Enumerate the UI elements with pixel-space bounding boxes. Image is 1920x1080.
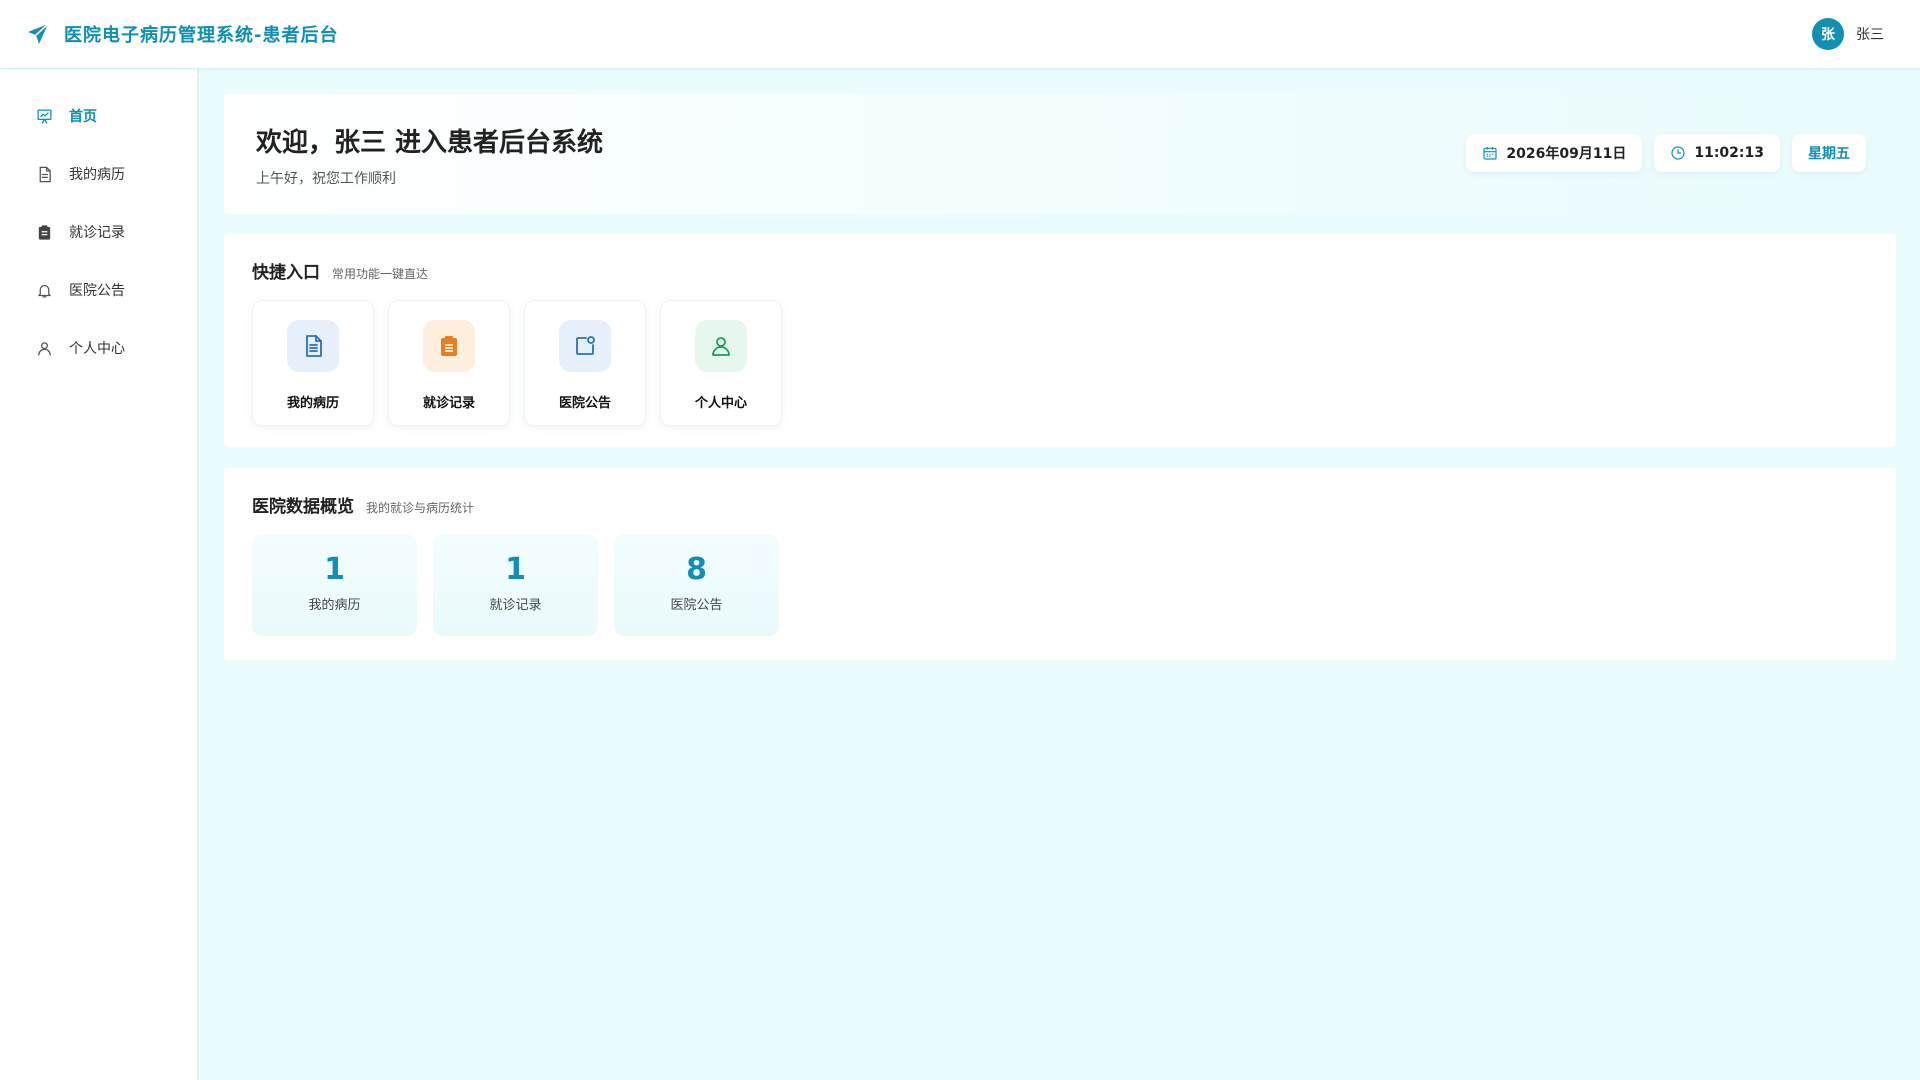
quick-card-label: 就诊记录 <box>422 396 475 411</box>
overview-subtitle: 我的就诊与病历统计 <box>366 501 475 515</box>
date-chip: 2026年09月11日 <box>1466 134 1643 172</box>
top-header: 医院电子病历管理系统-患者后台 张 张三 <box>0 0 1920 69</box>
quick-card-label: 医院公告 <box>558 396 611 411</box>
document-icon <box>39 166 51 182</box>
stat-label: 就诊记录 <box>489 598 542 613</box>
sidebar-item-label: 首页 <box>69 109 97 125</box>
clipboard-icon <box>38 224 51 240</box>
quick-access-subtitle: 常用功能一键直达 <box>332 267 429 281</box>
quick-card-notices[interactable]: 医院公告 <box>524 300 646 426</box>
dashboard-icon <box>37 108 52 124</box>
stat-card-records: 1 我的病历 <box>252 534 417 636</box>
time-chip: 11:02:13 <box>1654 134 1780 172</box>
quick-icon-tile <box>423 320 475 372</box>
stat-card-notices: 8 医院公告 <box>614 534 779 636</box>
stat-label: 我的病历 <box>308 598 361 613</box>
quick-icon-tile <box>695 320 747 372</box>
quick-card-records[interactable]: 我的病历 <box>252 300 374 426</box>
overview-panel: 医院数据概览 我的就诊与病历统计 1 我的病历 1 就诊记录 8 医院公告 <box>224 468 1896 660</box>
document-icon <box>306 335 322 357</box>
quick-access-title: 快捷入口 <box>252 263 320 283</box>
quick-access-header: 快捷入口 常用功能一键直达 <box>252 258 428 283</box>
welcome-subtitle: 上午好，祝您工作顺利 <box>256 171 396 187</box>
bell-icon <box>38 284 51 298</box>
calendar-icon <box>1483 147 1498 160</box>
time-text: 11:02:13 <box>1694 145 1764 161</box>
user-icon <box>712 337 730 356</box>
quick-icon-tile <box>559 320 611 372</box>
quick-icon-tile <box>287 320 339 372</box>
clock-icon <box>1671 146 1685 160</box>
stat-value: 8 <box>686 552 707 587</box>
paper-plane-icon <box>28 23 49 44</box>
quick-access-list: 我的病历 就诊记录 医院公告 个人中心 <box>252 300 782 426</box>
clipboard-icon <box>441 336 457 356</box>
sidebar-item-label: 就诊记录 <box>69 225 125 241</box>
sidebar-item-records[interactable]: 我的病历 <box>0 145 197 203</box>
sidebar-item-label: 我的病历 <box>69 167 125 183</box>
overview-header: 医院数据概览 我的就诊与病历统计 <box>252 492 474 517</box>
quick-card-label: 个人中心 <box>694 396 747 411</box>
stat-value: 1 <box>505 552 526 587</box>
weekday-text: 星期五 <box>1808 146 1850 162</box>
sidebar-item-notices[interactable]: 医院公告 <box>0 261 197 319</box>
welcome-title: 欢迎，张三 进入患者后台系统 <box>256 128 604 158</box>
sidebar: 首页 我的病历 就诊记录 医院公告 个人中心 <box>0 69 199 1080</box>
stat-card-visits: 1 就诊记录 <box>433 534 598 636</box>
quick-card-label: 我的病历 <box>286 396 339 411</box>
sidebar-item-visits[interactable]: 就诊记录 <box>0 203 197 261</box>
datetime-chips: 2026年09月11日 11:02:13 星期五 <box>1466 134 1866 172</box>
user-menu[interactable]: 张 张三 <box>1812 18 1884 50</box>
stat-label: 医院公告 <box>670 598 723 613</box>
user-icon <box>38 341 51 356</box>
sidebar-item-label: 个人中心 <box>69 341 125 357</box>
app-title: 医院电子病历管理系统-患者后台 <box>64 25 339 46</box>
notice-icon <box>576 336 595 355</box>
avatar[interactable]: 张 <box>1812 18 1844 50</box>
quick-access-panel: 快捷入口 常用功能一键直达 我的病历 就诊记录 医院公告 个人中心 <box>224 234 1896 447</box>
brand: 医院电子病历管理系统-患者后台 <box>26 21 338 47</box>
quick-card-visits[interactable]: 就诊记录 <box>388 300 510 426</box>
sidebar-item-profile[interactable]: 个人中心 <box>0 319 197 377</box>
quick-card-profile[interactable]: 个人中心 <box>660 300 782 426</box>
date-text: 2026年09月11日 <box>1506 146 1627 162</box>
welcome-banner: 欢迎，张三 进入患者后台系统 上午好，祝您工作顺利 2026年09月11日 11… <box>224 94 1896 214</box>
sidebar-item-home[interactable]: 首页 <box>0 87 197 145</box>
user-name[interactable]: 张三 <box>1856 24 1884 44</box>
weekday-chip: 星期五 <box>1792 134 1866 172</box>
overview-title: 医院数据概览 <box>252 497 354 517</box>
overview-stats: 1 我的病历 1 就诊记录 8 医院公告 <box>252 534 779 636</box>
sidebar-item-label: 医院公告 <box>69 283 125 299</box>
stat-value: 1 <box>324 552 345 587</box>
